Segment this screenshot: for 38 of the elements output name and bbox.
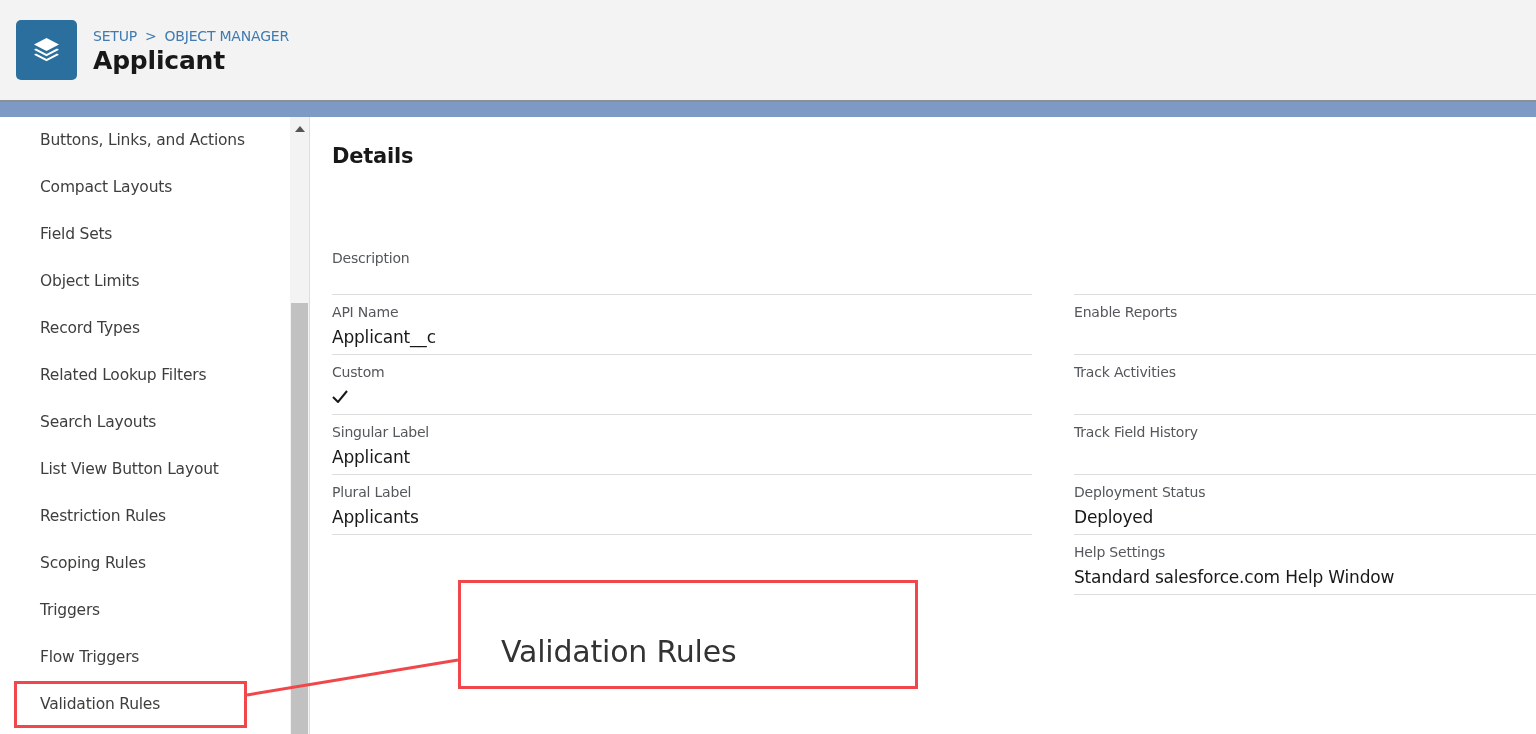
scrollbar[interactable] bbox=[290, 117, 310, 734]
field-label: Plural Label bbox=[332, 482, 413, 501]
field-value: Deployed bbox=[1074, 505, 1155, 529]
sidebar-item[interactable]: Field Sets bbox=[14, 211, 247, 258]
field-label: Track Field History bbox=[1074, 422, 1199, 441]
page-title: Applicant bbox=[93, 46, 226, 75]
field-label: Enable Reports bbox=[1074, 302, 1179, 321]
sidebar-item[interactable]: Record Types bbox=[14, 305, 247, 352]
sidebar-item[interactable]: Compact Layouts bbox=[14, 164, 247, 211]
field-label: Track Activities bbox=[1074, 362, 1177, 381]
stack-icon bbox=[16, 20, 77, 80]
field-value: Standard salesforce.com Help Window bbox=[1074, 565, 1396, 589]
field-value: Applicant bbox=[332, 445, 412, 469]
field-value: Applicants bbox=[332, 505, 420, 529]
field-label: Deployment Status bbox=[1074, 482, 1207, 501]
field-label: Custom bbox=[332, 362, 386, 381]
sidebar-item[interactable]: List View Button Layout bbox=[14, 446, 247, 493]
scroll-up-icon[interactable] bbox=[295, 126, 305, 132]
sidebar-item[interactable]: Restriction Rules bbox=[14, 493, 247, 540]
sidebar-item[interactable]: Scoping Rules bbox=[14, 540, 247, 587]
field-value: Applicant__c bbox=[332, 325, 437, 350]
sidebar-item[interactable]: Buttons, Links, and Actions bbox=[14, 117, 247, 164]
sidebar-item[interactable]: Related Lookup Filters bbox=[14, 352, 247, 399]
scrollbar-thumb[interactable] bbox=[291, 303, 308, 734]
field-label: Singular Label bbox=[332, 422, 431, 441]
field-label: Description bbox=[332, 248, 411, 267]
sidebar-item[interactable]: Flow Triggers bbox=[14, 634, 247, 681]
sidebar-item[interactable]: Validation Rules bbox=[14, 681, 247, 728]
sidebar-item[interactable]: Triggers bbox=[14, 587, 247, 634]
section-heading: Details bbox=[332, 143, 415, 170]
sidebar-item[interactable]: Object Limits bbox=[14, 258, 247, 305]
field-label: Help Settings bbox=[1074, 542, 1167, 561]
breadcrumb-link[interactable]: OBJECT MANAGER bbox=[164, 25, 289, 47]
callout-box: Validation Rules bbox=[458, 580, 918, 689]
field-label: API Name bbox=[332, 302, 400, 321]
sidebar-item[interactable]: Search Layouts bbox=[14, 399, 247, 446]
breadcrumb-separator: > bbox=[145, 26, 157, 46]
breadcrumb-link[interactable]: SETUP bbox=[93, 25, 137, 47]
